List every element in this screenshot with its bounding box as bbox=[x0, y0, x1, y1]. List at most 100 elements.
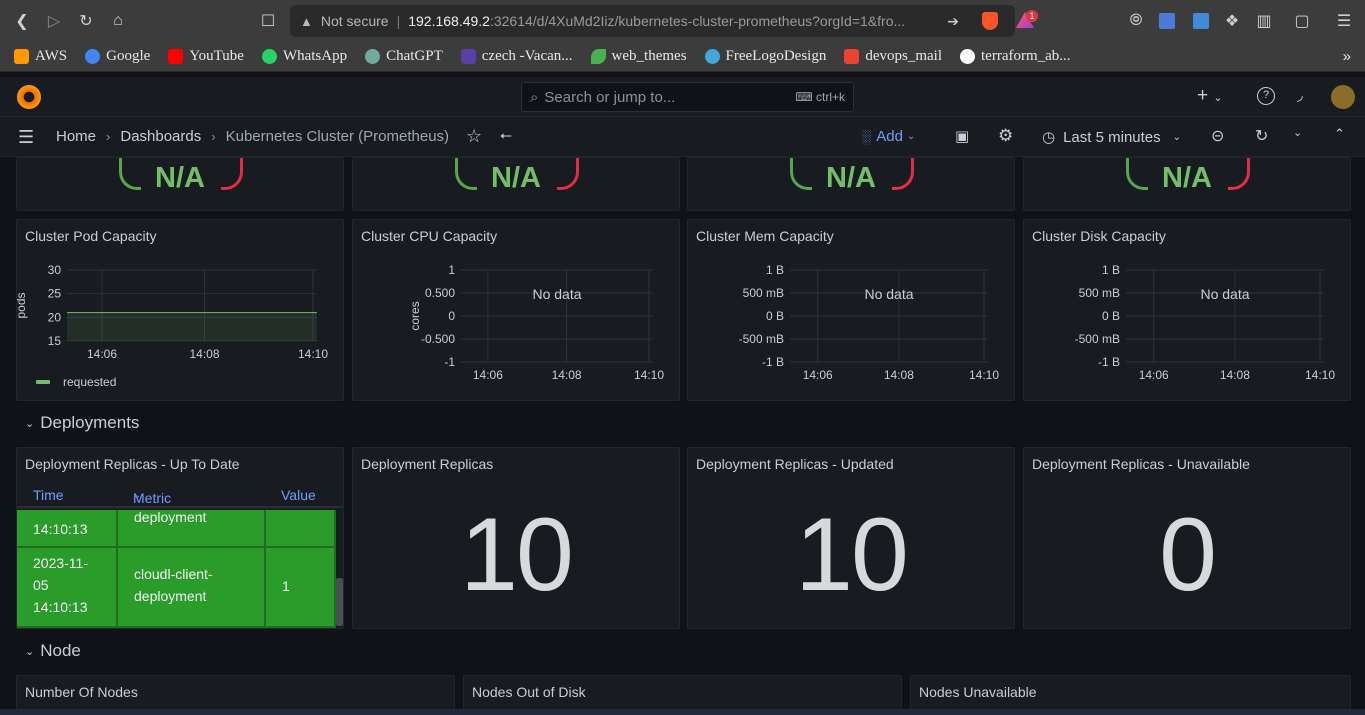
bookmark-web-themes[interactable]: web_themes bbox=[590, 48, 687, 65]
x-tick-label: 14:10 bbox=[298, 347, 328, 361]
breadcrumb-bar: ☰ Home › Dashboards › Kubernetes Cluster… bbox=[0, 117, 1365, 157]
deployment-replicas-updated-panel: Deployment Replicas - Updated 10 bbox=[687, 447, 1015, 629]
table-row-1-metric: deployment bbox=[118, 509, 266, 548]
y-tick-label: 0 bbox=[448, 309, 455, 323]
whatsapp-icon bbox=[261, 49, 277, 64]
panel-title: Deployment Replicas - Updated bbox=[696, 456, 894, 472]
settings-gear-icon[interactable]: ⚙ bbox=[998, 126, 1013, 146]
glasses-extension-icon[interactable]: ⦾ bbox=[1120, 5, 1152, 37]
bookmark-whatsapp[interactable]: WhatsApp bbox=[261, 48, 347, 65]
gauge-panel-1: N/A bbox=[16, 157, 344, 211]
avatar[interactable] bbox=[1331, 85, 1355, 109]
deployment-replicas-panel: Deployment Replicas 10 bbox=[352, 447, 680, 629]
gauge-panel-2: N/A bbox=[352, 157, 680, 211]
pod-capacity-panel: Cluster Pod Capacity 30 25 20 15 14:06 14:08 1… bbox=[16, 219, 344, 401]
news-icon[interactable]: ◞ bbox=[1297, 86, 1303, 104]
save-icon[interactable]: ▣ bbox=[955, 127, 969, 145]
bookmark-terraform[interactable]: terraform_ab... bbox=[960, 48, 1071, 65]
bookmarks-bar: AWS Google YouTube WhatsApp ChatGPT czec… bbox=[0, 42, 1365, 72]
bookmark-youtube[interactable]: YouTube bbox=[168, 48, 244, 65]
gauge-panel-4: N/A bbox=[1023, 157, 1351, 211]
y-tick-label: -500 mB bbox=[739, 332, 784, 346]
panel-title: Deployment Replicas - Unavailable bbox=[1032, 456, 1250, 472]
bookmark-aws[interactable]: AWS bbox=[14, 48, 67, 65]
time-range-picker[interactable]: ◷ Last 5 minutes ⌄ bbox=[1042, 128, 1181, 147]
bookmark-google[interactable]: Google bbox=[85, 48, 150, 65]
app-extension-icon[interactable] bbox=[1193, 13, 1209, 29]
x-tick-label: 14:08 bbox=[884, 368, 914, 382]
help-icon[interactable]: ? bbox=[1257, 87, 1275, 105]
freelogodesign-icon bbox=[704, 49, 720, 64]
y-tick-label: 1 bbox=[448, 263, 455, 277]
google-icon bbox=[85, 49, 101, 64]
extensions-icon[interactable]: ❖ bbox=[1216, 5, 1248, 37]
menu-icon[interactable]: ☰ bbox=[1328, 5, 1360, 37]
bookmark-chatgpt[interactable]: ChatGPT bbox=[365, 48, 443, 65]
x-tick-label: 14:06 bbox=[1139, 368, 1169, 382]
bookmark-devops-mail[interactable]: devops_mail bbox=[844, 48, 942, 65]
row-node[interactable]: ⌄ Node bbox=[25, 641, 81, 661]
gauge-value: N/A bbox=[826, 162, 876, 194]
panel-title: Deployment Replicas - Up To Date bbox=[25, 456, 240, 472]
collapse-icon[interactable]: ⌃ bbox=[1334, 126, 1345, 142]
url-host: 192.168.49.2 bbox=[408, 13, 490, 29]
y-tick-label: 1 B bbox=[766, 263, 784, 277]
breadcrumb-dashboards[interactable]: Dashboards bbox=[120, 128, 201, 145]
back-icon[interactable]: ❮ bbox=[6, 5, 38, 37]
x-tick-label: 14:10 bbox=[1305, 368, 1335, 382]
refresh-icon[interactable]: ↻ bbox=[1255, 126, 1268, 146]
share-icon[interactable]: ➔ bbox=[947, 13, 959, 30]
hamburger-menu-icon[interactable]: ☰ bbox=[18, 127, 34, 148]
panel-title: Deployment Replicas bbox=[361, 456, 494, 472]
add-button[interactable]: ░ Add ⌄ bbox=[862, 128, 915, 145]
no-data-message: No data bbox=[532, 286, 581, 302]
y-axis-label: cores bbox=[408, 301, 422, 330]
cpu-capacity-panel: Cluster CPU Capacity 1 0.500 0 -0.500 -1 14:0… bbox=[352, 219, 680, 401]
bookmark-czech[interactable]: czech -Vacan... bbox=[460, 48, 573, 65]
more-bookmarks-icon[interactable]: » bbox=[1343, 48, 1351, 65]
breadcrumb-home[interactable]: Home bbox=[56, 128, 96, 145]
legend-swatch-requested bbox=[36, 380, 50, 384]
sidebar-icon[interactable]: ▥ bbox=[1248, 5, 1280, 37]
grafana-logo-icon[interactable] bbox=[17, 85, 41, 109]
disk-capacity-chart: 1 B 500 mB 0 B -500 mB -1 B 14:06 14:08 14:10 No… bbox=[1075, 263, 1336, 382]
y-tick-label: -1 B bbox=[1098, 355, 1120, 369]
address-bar[interactable]: ▲ Not secure | 192.168.49.2 :32614/d/4Xu… bbox=[290, 5, 1015, 37]
column-value[interactable]: Value bbox=[281, 487, 316, 503]
no-data-message: No data bbox=[1200, 286, 1249, 302]
bookmark-freelogodesign[interactable]: FreeLogoDesign bbox=[704, 48, 826, 65]
series-area-requested bbox=[67, 312, 317, 341]
reload-icon[interactable]: ↻ bbox=[70, 5, 102, 37]
table-row-2-time: 2023-11- 05 14:10:13 bbox=[17, 548, 118, 628]
forward-icon[interactable]: ▷ bbox=[38, 5, 70, 37]
os-taskbar bbox=[0, 709, 1365, 715]
table-row-2-value: 1 bbox=[266, 548, 336, 628]
table-row-2-metric: cloudl-client- deployment bbox=[118, 548, 266, 628]
wallet-icon[interactable]: ▢ bbox=[1286, 5, 1318, 37]
brave-shield-icon[interactable] bbox=[982, 12, 998, 30]
refresh-interval-icon[interactable]: ⌄ bbox=[1293, 126, 1302, 139]
search-input[interactable]: ⌕ Search or jump to... ⌨ ctrl+k bbox=[521, 82, 854, 112]
y-tick-label: 15 bbox=[48, 334, 62, 348]
zoom-out-icon[interactable]: ⊝ bbox=[1211, 126, 1224, 146]
new-icon[interactable]: + ⌄ bbox=[1197, 85, 1223, 107]
table-scrollbar[interactable] bbox=[336, 578, 343, 626]
chevron-right-icon: › bbox=[211, 129, 216, 144]
stat-value: 0 bbox=[1159, 497, 1217, 613]
breadcrumb-current: Kubernetes Cluster (Prometheus) bbox=[225, 128, 450, 145]
star-icon[interactable]: ☆ bbox=[466, 126, 482, 147]
home-icon[interactable]: ⌂ bbox=[102, 5, 134, 37]
github-icon bbox=[960, 49, 975, 64]
y-tick-label: 1 B bbox=[1102, 263, 1120, 277]
bookmark-icon[interactable]: ☐ bbox=[252, 5, 284, 37]
y-tick-label: 30 bbox=[48, 263, 62, 277]
y-tick-label: -0.500 bbox=[421, 332, 455, 346]
row-deployments[interactable]: ⌄ Deployments bbox=[25, 413, 139, 433]
search-icon: ⌕ bbox=[530, 88, 539, 106]
x-tick-label: 14:06 bbox=[87, 347, 117, 361]
share-dashboard-icon[interactable]: ⭠ bbox=[500, 127, 512, 144]
chevron-right-icon: › bbox=[106, 129, 111, 144]
translate-extension-icon[interactable] bbox=[1159, 13, 1175, 29]
url-separator: | bbox=[396, 13, 401, 29]
column-time[interactable]: Time bbox=[33, 487, 64, 503]
